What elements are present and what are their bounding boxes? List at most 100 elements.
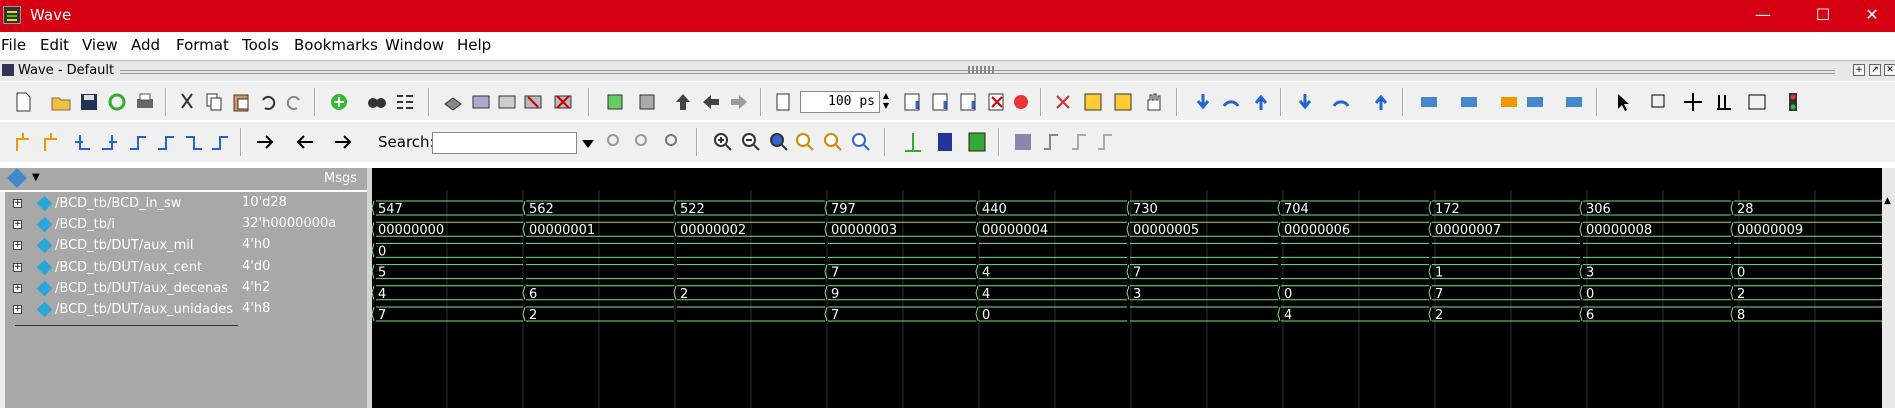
find-icon[interactable] — [366, 91, 388, 113]
pane-undock-icon[interactable]: ↗ — [1869, 64, 1881, 76]
vertical-scrollbar[interactable]: ▲ — [1882, 168, 1895, 408]
zoom-in-icon[interactable] — [712, 131, 734, 153]
step-out-icon[interactable] — [1250, 91, 1272, 113]
paste-icon[interactable] — [230, 91, 252, 113]
search-input[interactable] — [432, 132, 577, 154]
run-icon[interactable] — [902, 91, 924, 113]
copy-icon[interactable] — [203, 91, 225, 113]
compile-icon[interactable] — [442, 91, 464, 113]
delete-cursor-icon[interactable] — [40, 131, 62, 153]
signal-row[interactable]: + /BCD_tb/BCD_in_sw — [5, 195, 238, 216]
wave-pulse-icon[interactable] — [1094, 131, 1116, 153]
stoplight-icon[interactable] — [1784, 91, 1806, 113]
print-icon[interactable] — [134, 91, 156, 113]
open-folder-icon[interactable] — [50, 91, 72, 113]
waveform-area[interactable]: 547 562 522 797 440 730 704 172 306 28 00000000 000… — [372, 190, 1882, 408]
run-time-spinner[interactable]: ▲ ▼ — [880, 91, 892, 113]
signal-row[interactable]: + /BCD_tb/DUT/aux_cent — [5, 259, 238, 280]
menu-bookmarks[interactable]: Bookmarks — [294, 36, 378, 54]
fill-wave-icon[interactable] — [966, 131, 988, 153]
reload-icon[interactable] — [106, 91, 128, 113]
expand-icon[interactable]: + — [13, 220, 22, 230]
delta-time-icon[interactable] — [332, 131, 354, 153]
expand-icon[interactable]: + — [13, 241, 22, 251]
cursor-mode-icon[interactable] — [1746, 91, 1768, 113]
menu-window[interactable]: Window — [385, 36, 444, 54]
right-arrow-icon[interactable] — [728, 91, 750, 113]
menu-edit[interactable]: Edit — [40, 36, 69, 54]
menu-add[interactable]: Add — [131, 36, 160, 54]
step-into-icon[interactable] — [1052, 91, 1074, 113]
pane-close-icon[interactable]: ✕ — [1884, 64, 1895, 76]
wave-add-icon[interactable] — [1418, 91, 1440, 113]
select-mode-icon[interactable] — [1612, 91, 1634, 113]
add-wave-icon[interactable] — [328, 91, 350, 113]
run-length-icon[interactable] — [772, 91, 794, 113]
dataflow-icon[interactable] — [1112, 91, 1134, 113]
signal-row[interactable]: + /BCD_tb/i — [5, 216, 238, 237]
signal-row[interactable]: + /BCD_tb/DUT/aux_unidades — [5, 301, 238, 322]
maximize-button[interactable]: ☐ — [1800, 0, 1846, 32]
menu-file[interactable]: File — [1, 36, 26, 54]
menu-help[interactable]: Help — [457, 36, 491, 54]
wave-insert-icon[interactable] — [1524, 91, 1546, 113]
stop-icon[interactable] — [986, 91, 1008, 113]
zoom-mode-icon[interactable] — [1648, 91, 1670, 113]
falling-edge-icon[interactable] — [182, 131, 204, 153]
signal-row[interactable]: + /BCD_tb/DUT/aux_decenas — [5, 280, 238, 301]
search-options-icon[interactable] — [662, 131, 684, 153]
rising-edge-icon[interactable] — [208, 131, 230, 153]
zoom-full-icon[interactable] — [768, 131, 790, 153]
save-icon[interactable] — [78, 91, 100, 113]
list-icon[interactable] — [394, 91, 416, 113]
prev-edge-icon[interactable] — [72, 131, 94, 153]
scroll-up-icon[interactable]: ▲ — [1884, 196, 1891, 206]
show-grid-icon[interactable] — [934, 131, 956, 153]
search-next-icon[interactable] — [604, 131, 626, 153]
compile-all-icon[interactable] — [470, 91, 492, 113]
zoom-out-icon[interactable] — [740, 131, 762, 153]
next-transition-icon[interactable] — [154, 131, 176, 153]
zoom-cursor-icon[interactable] — [794, 131, 816, 153]
hand-icon[interactable] — [1142, 91, 1164, 113]
close-button[interactable]: ✕ — [1849, 0, 1895, 32]
wave-tool-icon[interactable] — [1498, 91, 1520, 113]
step-into-dropdown-icon[interactable] — [1294, 91, 1316, 113]
chevron-down-icon[interactable]: ▼ — [32, 172, 40, 183]
show-cursor-icon[interactable] — [902, 131, 924, 153]
undo-icon[interactable] — [257, 91, 279, 113]
menu-tools[interactable]: Tools — [242, 36, 279, 54]
expand-icon[interactable]: + — [13, 262, 22, 272]
continue-icon[interactable] — [930, 91, 952, 113]
step-over-dropdown-icon[interactable] — [1330, 91, 1352, 113]
prev-transition-icon[interactable] — [126, 131, 148, 153]
expand-icon[interactable]: + — [13, 283, 22, 293]
minimize-button[interactable]: — — [1740, 0, 1786, 32]
pane-dock-icon[interactable]: + — [1853, 64, 1865, 76]
search-prev-icon[interactable] — [632, 131, 654, 153]
expand-icon[interactable]: + — [13, 199, 22, 208]
redo-icon[interactable] — [283, 91, 305, 113]
zoom-range-icon[interactable] — [822, 131, 844, 153]
up-arrow-icon[interactable] — [672, 91, 694, 113]
wave-edit-icon[interactable] — [1458, 91, 1480, 113]
run-all-icon[interactable] — [958, 91, 980, 113]
signal-row[interactable]: + /BCD_tb/DUT/aux_mil — [5, 237, 238, 258]
expand-icon[interactable]: + — [13, 305, 22, 314]
menu-format[interactable]: Format — [176, 36, 229, 54]
insert-cursor-icon[interactable] — [12, 131, 34, 153]
signal-type-icon[interactable] — [7, 168, 27, 188]
next-edge-icon[interactable] — [98, 131, 120, 153]
drag-handle[interactable] — [968, 66, 994, 74]
source-icon[interactable] — [1082, 91, 1104, 113]
expand-time-icon[interactable] — [254, 131, 276, 153]
step-back-icon[interactable] — [1220, 91, 1242, 113]
simulate-icon[interactable] — [496, 91, 518, 113]
break-sim-icon[interactable] — [1010, 91, 1032, 113]
zoom-region-icon[interactable] — [604, 91, 626, 113]
pan-mode-icon[interactable] — [1682, 91, 1704, 113]
search-dropdown-icon[interactable] — [579, 132, 597, 154]
break-icon[interactable] — [522, 91, 544, 113]
wave-step-icon[interactable] — [1068, 131, 1090, 153]
left-arrow-icon[interactable] — [700, 91, 722, 113]
